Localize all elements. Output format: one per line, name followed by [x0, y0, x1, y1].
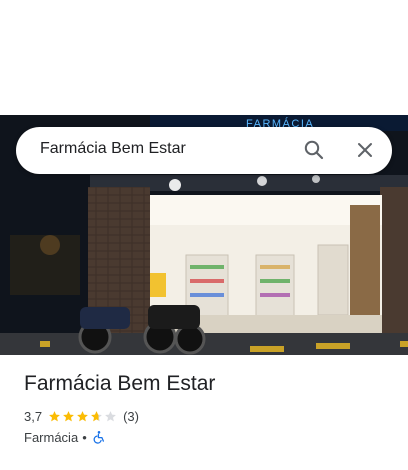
star-icon: [105, 410, 116, 421]
rating-row[interactable]: 3,7 (3): [24, 407, 139, 425]
separator-dot: •: [82, 429, 87, 445]
star-icon: [91, 410, 102, 421]
wheelchair-icon: [93, 431, 104, 444]
star-icon: [49, 410, 60, 421]
star-icon: [77, 410, 88, 421]
search-bar[interactable]: Farmácia Bem Estar: [16, 127, 392, 174]
category-label: Farmácia: [24, 429, 79, 445]
search-input[interactable]: Farmácia Bem Estar: [40, 140, 186, 158]
category-row: Farmácia •: [24, 428, 106, 446]
rating-value: 3,7: [24, 408, 43, 424]
close-icon[interactable]: [353, 138, 377, 162]
star-icon: [63, 410, 74, 421]
review-count[interactable]: (3): [123, 409, 139, 424]
search-icon[interactable]: [302, 138, 326, 162]
star-rating: [48, 410, 118, 423]
place-name: Farmácia Bem Estar: [24, 372, 216, 395]
map-area: [0, 0, 408, 115]
